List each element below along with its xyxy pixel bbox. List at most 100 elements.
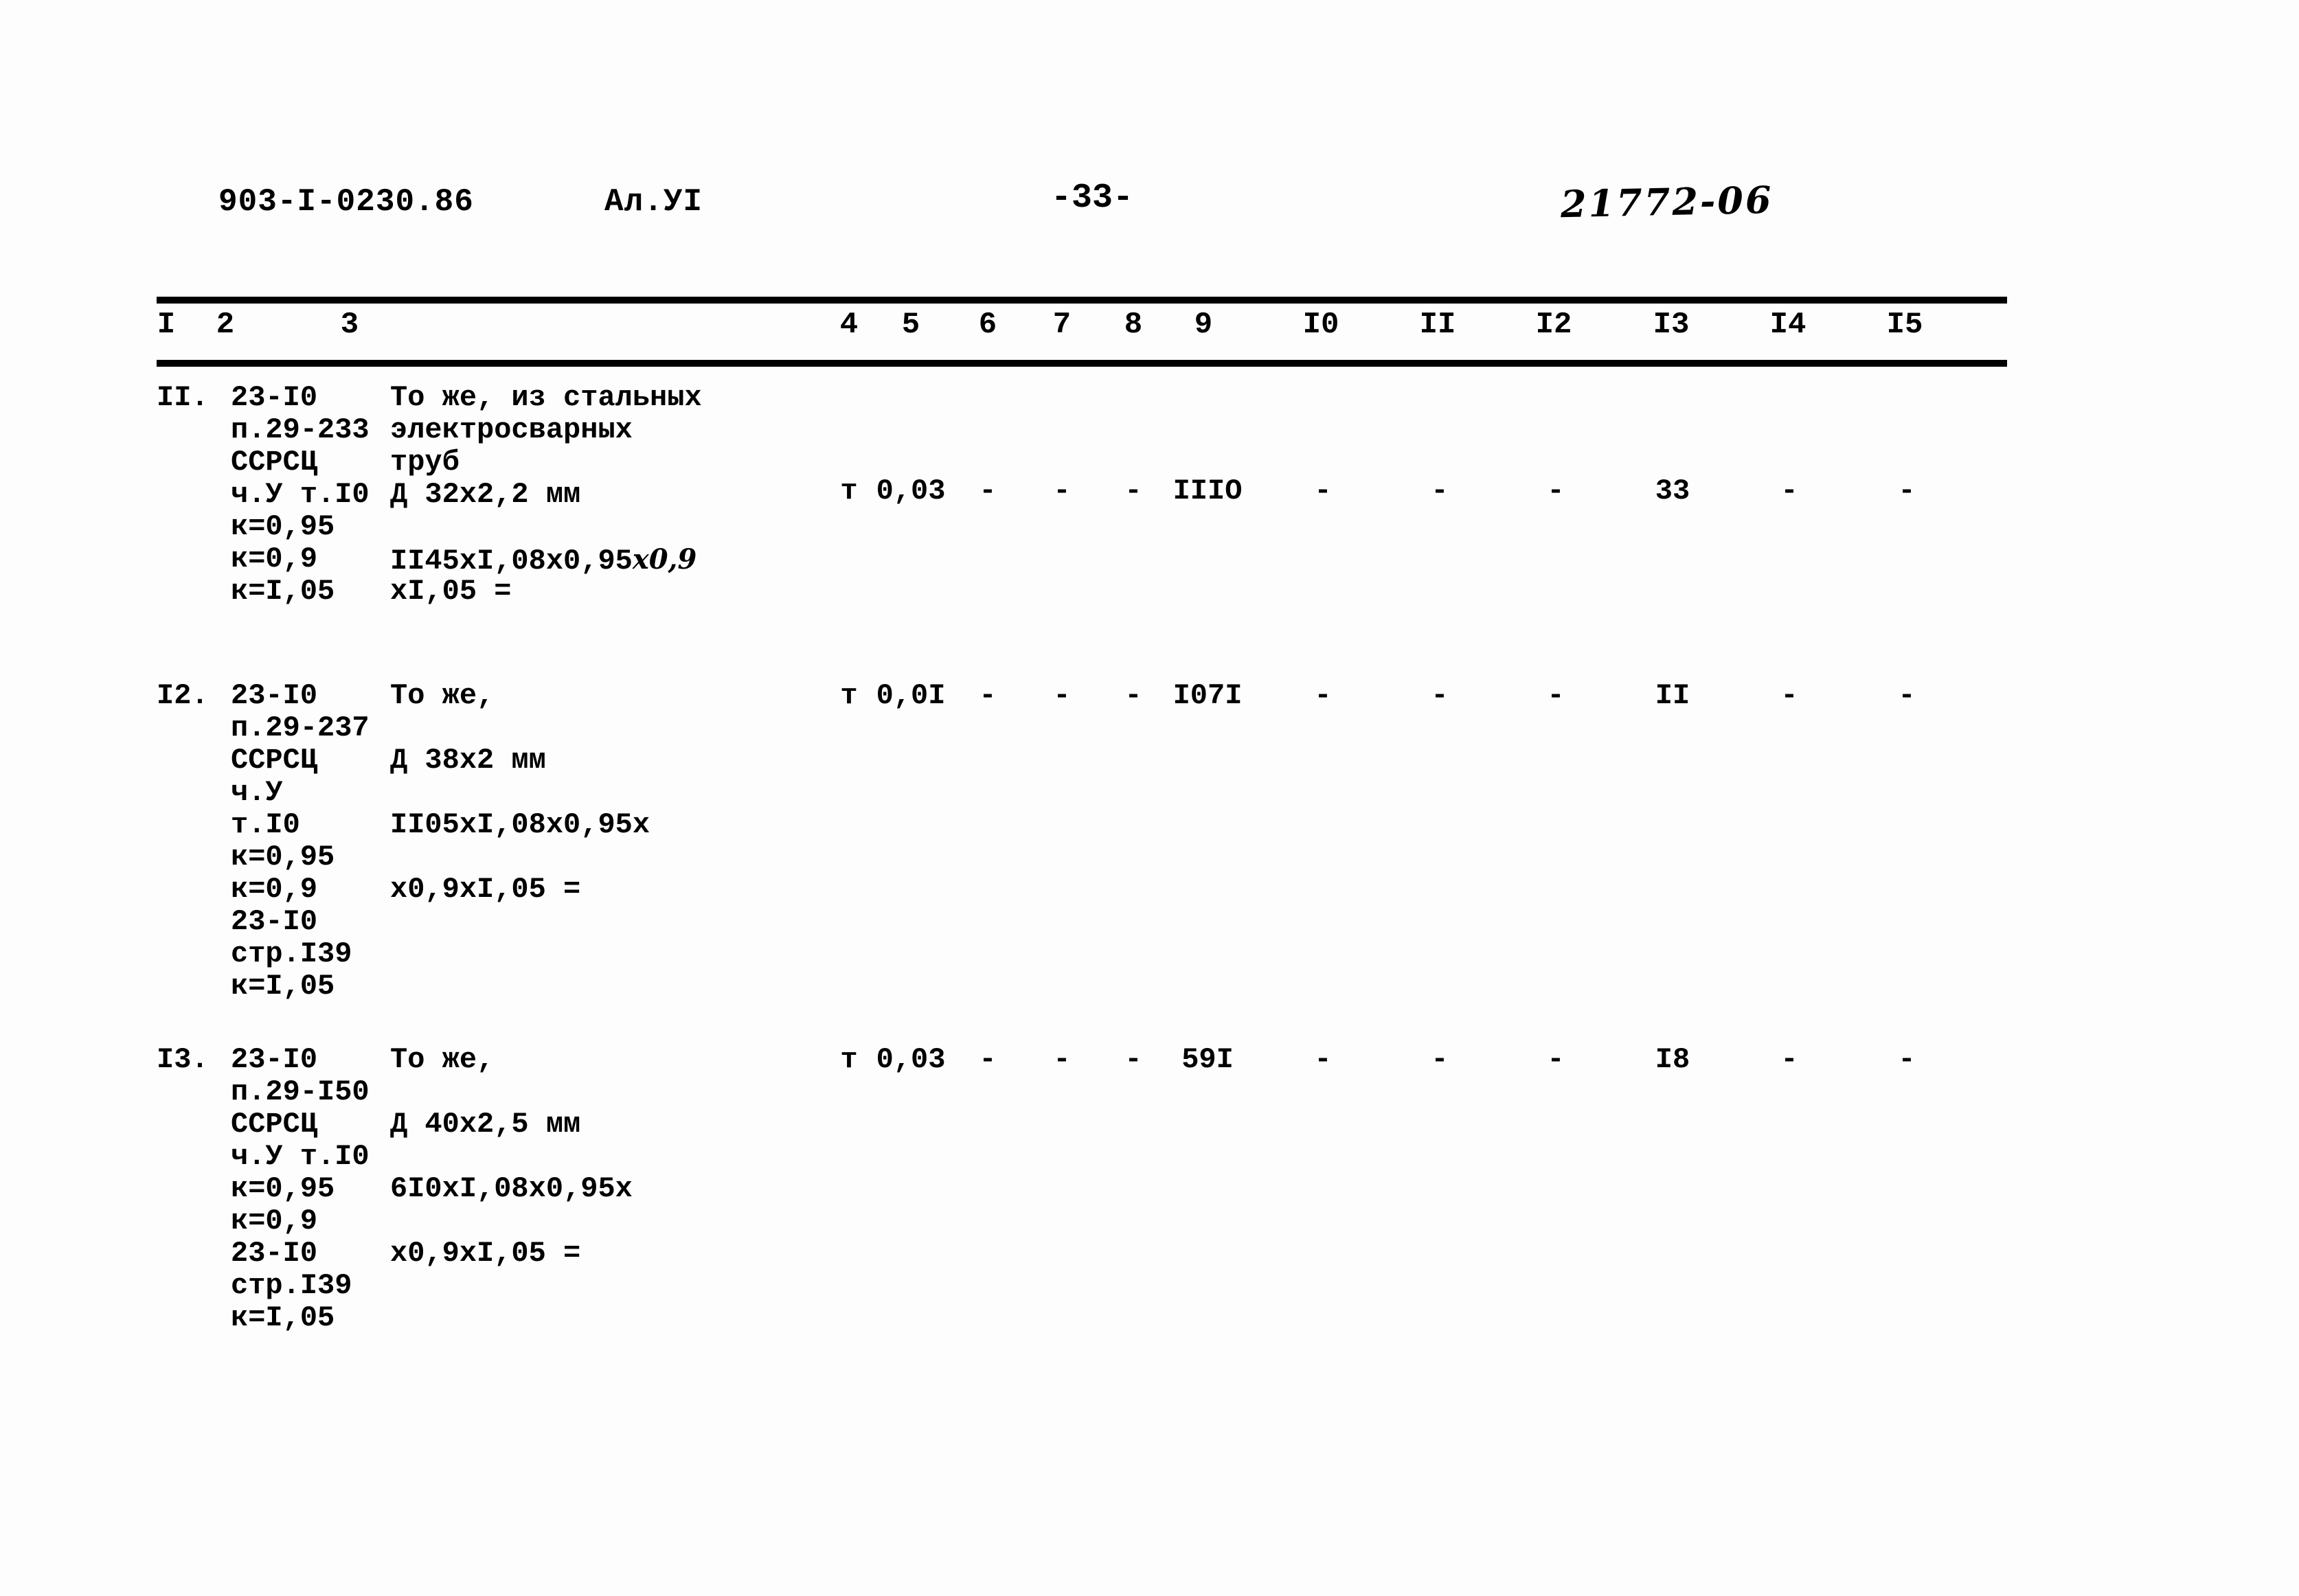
- description-line: То же,: [390, 1043, 495, 1076]
- value-cell: -: [1314, 1043, 1332, 1076]
- norm-code-line: к=0,95: [231, 841, 335, 874]
- norm-code-line: к=I,05: [231, 1301, 335, 1334]
- norm-code-line: к=0,9: [231, 1205, 318, 1238]
- handwritten-stamp: 21772-06: [1560, 177, 1774, 227]
- row-number: I3.: [157, 1043, 209, 1076]
- norm-code-line: п.29-233: [231, 413, 370, 446]
- norm-code-line: к=I,05: [231, 970, 335, 1003]
- unit-cell: т: [840, 1043, 858, 1076]
- value-cell: -: [979, 1043, 997, 1076]
- document-page: 903-I-0230.86 Ал.УI -33- 21772-06 I23456…: [0, 0, 2299, 1596]
- norm-code-line: 23-I0: [231, 1237, 318, 1270]
- value-cell: -: [1780, 679, 1798, 712]
- row-number: II.: [157, 381, 209, 414]
- description-line: II05хI,08х0,95х: [390, 808, 650, 841]
- value-cell: II: [1655, 679, 1690, 712]
- value-cell: -: [1124, 679, 1142, 712]
- value-cell: -: [1314, 475, 1332, 508]
- norm-code-line: ССРСЦ: [231, 1108, 318, 1141]
- norm-code-line: п.29-237: [231, 711, 370, 744]
- value-cell: 59I: [1181, 1043, 1234, 1076]
- description-line: 6I0хI,08х0,95х: [390, 1172, 633, 1205]
- norm-code-line: к=0,95: [231, 510, 335, 543]
- table-header-rule: [157, 360, 2007, 367]
- value-cell: -: [1053, 1043, 1071, 1076]
- value-cell: I07I: [1173, 679, 1243, 712]
- value-cell: -: [1898, 679, 1916, 712]
- page-number: -33-: [1051, 179, 1134, 218]
- value-cell: -: [1547, 475, 1565, 508]
- album-label: Ал.УI: [604, 184, 703, 220]
- description-line: х0,9хI,05 =: [390, 1237, 581, 1270]
- value-cell: 33: [1655, 475, 1690, 508]
- column-header-7: 7: [1052, 308, 1072, 342]
- value-cell: -: [1053, 475, 1071, 508]
- column-header-6: 6: [978, 308, 997, 342]
- norm-code-line: 23-I0: [231, 381, 318, 414]
- norm-code-line: ССРСЦ: [231, 446, 318, 479]
- norm-code-line: п.29-I50: [231, 1075, 370, 1108]
- value-cell: I8: [1655, 1043, 1690, 1076]
- value-cell: -: [1780, 1043, 1798, 1076]
- document-code: 903-I-0230.86: [218, 184, 474, 220]
- value-cell: -: [1124, 1043, 1142, 1076]
- column-header-5: 5: [901, 308, 920, 342]
- value-cell: -: [1898, 475, 1916, 508]
- norm-code-line: к=0,95: [231, 1172, 335, 1205]
- value-cell: -: [979, 475, 997, 508]
- value-cell: -: [979, 679, 997, 712]
- description-line: хI,05 =: [390, 575, 512, 608]
- norm-code-line: 23-I0: [231, 1043, 318, 1076]
- column-header-11: II: [1419, 308, 1456, 342]
- value-cell: 0,03: [876, 1043, 946, 1076]
- value-cell: -: [1431, 475, 1449, 508]
- value-cell: -: [1431, 679, 1449, 712]
- norm-code-line: 23-I0: [231, 679, 318, 712]
- description-line: электросварных: [390, 413, 633, 446]
- description-line: То же,: [390, 679, 495, 712]
- norm-code-line: к=0,9: [231, 873, 318, 906]
- unit-cell: т: [840, 475, 858, 508]
- norm-code-line: ч.У: [231, 776, 283, 809]
- norm-code-line: ч.У т.I0: [231, 1140, 370, 1173]
- description-line: Д 32х2,2 мм: [390, 478, 581, 511]
- description-line: То же, из стальных: [390, 381, 702, 414]
- norm-code-line: к=0,9: [231, 543, 318, 575]
- value-cell: -: [1314, 679, 1332, 712]
- handwritten-factor: х0,9: [632, 543, 697, 575]
- description-line: х0,9хI,05 =: [390, 873, 581, 906]
- row-number: I2.: [157, 679, 209, 712]
- column-header-13: I3: [1653, 308, 1690, 342]
- value-cell: 0,03: [876, 475, 946, 508]
- value-cell: -: [1780, 475, 1798, 508]
- norm-code-line: т.I0: [231, 808, 300, 841]
- description-line: Д 38х2 мм: [390, 744, 546, 777]
- norm-code-line: ч.У т.I0: [231, 478, 370, 511]
- norm-code-line: стр.I39: [231, 937, 352, 970]
- value-cell: -: [1053, 679, 1071, 712]
- column-header-15: I5: [1886, 308, 1923, 342]
- column-header-10: I0: [1302, 308, 1339, 342]
- value-cell: -: [1124, 475, 1142, 508]
- table-top-rule: [157, 297, 2007, 304]
- column-header-3: 3: [340, 308, 359, 342]
- unit-cell: т: [840, 679, 858, 712]
- description-line: Д 40х2,5 мм: [390, 1108, 581, 1141]
- column-header-1: I: [157, 308, 176, 342]
- column-header-12: I2: [1535, 308, 1572, 342]
- description-line: труб: [390, 446, 460, 479]
- norm-code-line: стр.I39: [231, 1269, 352, 1302]
- column-header-2: 2: [216, 308, 235, 342]
- table-column-headers: I 2 3 4 5 6 7 8 9 I0 II I2 I3 I4 I5: [0, 308, 2299, 356]
- norm-code-line: к=I,05: [231, 575, 335, 608]
- value-cell: IIIO: [1173, 475, 1243, 508]
- value-cell: -: [1431, 1043, 1449, 1076]
- value-cell: -: [1898, 1043, 1916, 1076]
- document-header: 903-I-0230.86 Ал.УI -33- 21772-06: [0, 178, 2299, 232]
- value-cell: 0,0I: [876, 679, 946, 712]
- column-header-4: 4: [839, 308, 859, 342]
- norm-code-line: 23-I0: [231, 905, 318, 938]
- value-cell: -: [1547, 679, 1565, 712]
- column-header-14: I4: [1769, 308, 1807, 342]
- column-header-9: 9: [1194, 308, 1213, 342]
